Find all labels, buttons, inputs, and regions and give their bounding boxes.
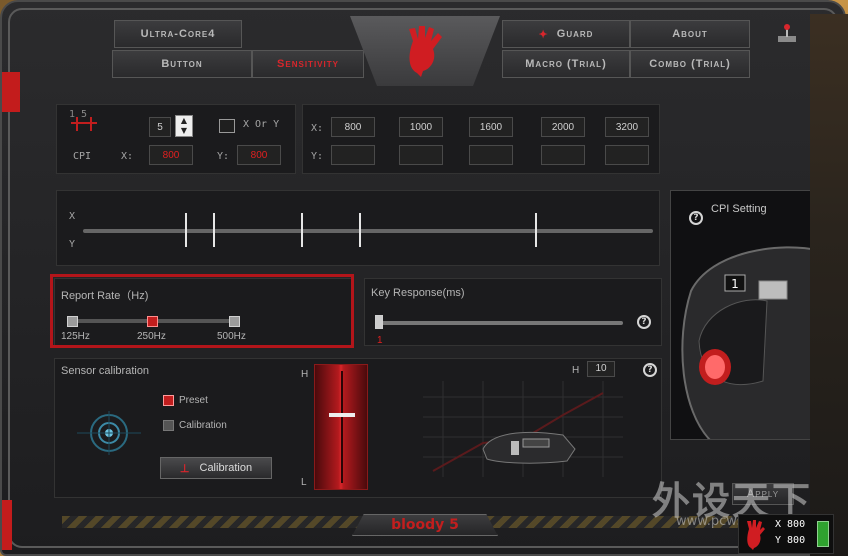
preset-x-field[interactable]: 1600 <box>469 117 513 137</box>
tab-about[interactable]: About <box>630 20 750 48</box>
tab-label: Guard <box>556 28 594 40</box>
report-rate-highlight <box>50 274 354 348</box>
preset-y-field[interactable] <box>469 145 513 165</box>
cpi-levels-value[interactable]: 5 <box>149 117 171 137</box>
surface-graph <box>423 381 623 477</box>
help-icon[interactable]: ? <box>689 211 703 225</box>
height-label: H <box>572 365 580 376</box>
key-response-panel: Key Response(ms) 1 ? <box>364 278 662 346</box>
help-icon[interactable]: ? <box>637 315 651 329</box>
cpi-axis-panel: X Y <box>56 190 660 266</box>
status-x: X 800 <box>775 519 806 530</box>
tab-label: Sensitivity <box>277 58 339 70</box>
slider-high-label: H <box>301 369 309 380</box>
calibration-button-label: Calibration <box>199 462 253 474</box>
tab-guard[interactable]: ✦ Guard <box>502 20 630 48</box>
tab-ultra-core4[interactable]: Ultra-Core4 <box>114 20 242 48</box>
cpi-level-marker[interactable] <box>535 213 537 247</box>
cpi-levels-stepper[interactable]: ▲ ▼ <box>175 115 193 137</box>
bloody-hand-icon <box>409 26 442 77</box>
preset-x-field[interactable]: 1000 <box>399 117 443 137</box>
frame-accent <box>2 72 20 112</box>
preset-x-field[interactable]: 3200 <box>605 117 649 137</box>
preset-radio[interactable] <box>163 395 174 406</box>
xory-checkbox[interactable] <box>219 119 235 133</box>
key-response-value: 1 <box>377 335 383 346</box>
footer-brand-plate: bloody 5 <box>352 514 498 536</box>
cpi-axis-track[interactable] <box>83 229 653 233</box>
calibration-button[interactable]: ⊥ Calibration <box>160 457 272 479</box>
calibration-radio[interactable] <box>163 420 174 431</box>
lift-off-track <box>341 371 343 483</box>
sensor-target-icon <box>77 411 141 455</box>
cpi-y-field[interactable]: 800 <box>237 145 281 165</box>
xory-label: X Or Y <box>243 119 280 130</box>
lift-off-knob[interactable] <box>329 413 355 417</box>
preset-x-label: X: <box>311 123 324 134</box>
key-response-track[interactable] <box>379 321 623 325</box>
preset-y-label: Y: <box>311 151 324 162</box>
preset-x-field[interactable]: 2000 <box>541 117 585 137</box>
status-widget: X 800 Y 800 <box>738 514 834 554</box>
lift-off-slider[interactable] <box>314 364 368 490</box>
joystick-icon[interactable] <box>776 22 798 44</box>
tab-label: Button <box>161 58 203 70</box>
stepper-up-icon[interactable]: ▲ <box>176 116 192 126</box>
cpi-x-label: X: <box>121 151 134 162</box>
preset-y-field[interactable] <box>541 145 585 165</box>
tab-macro[interactable]: Macro (Trial) <box>502 50 630 78</box>
sensor-title: Sensor calibration <box>61 365 150 377</box>
cpi-level-marker[interactable] <box>185 213 187 247</box>
height-field[interactable]: 10 <box>587 361 615 377</box>
cpi-level-marker[interactable] <box>301 213 303 247</box>
tab-label: Ultra-Core4 <box>140 28 216 40</box>
cpi-presets-panel: X: Y: 800 1000 1600 2000 3200 <box>302 104 660 174</box>
cpi-y-label: Y: <box>217 151 230 162</box>
cpi-setting-panel: ? CPI Setting 1 <box>670 190 820 440</box>
preset-y-field[interactable] <box>331 145 375 165</box>
preset-label: Preset <box>179 395 208 406</box>
tab-button[interactable]: Button <box>112 50 252 78</box>
calibration-icon: ⊥ <box>179 462 190 475</box>
calibration-label: Calibration <box>179 420 227 431</box>
tab-label: Macro (Trial) <box>525 58 607 70</box>
cpi-level-marker[interactable] <box>213 213 215 247</box>
stepper-down-icon[interactable]: ▼ <box>176 126 192 136</box>
cpi-x-field[interactable]: 800 <box>149 145 193 165</box>
footer-brand: bloody 5 <box>391 517 459 533</box>
cpi-setting-badge: 1 <box>731 277 739 291</box>
desktop-background <box>810 14 848 556</box>
tab-label: Combo (Trial) <box>649 58 731 70</box>
tab-sensitivity[interactable]: Sensitivity <box>252 50 364 78</box>
slider-low-label: L <box>301 477 307 488</box>
mouse-image: 1 <box>681 246 819 439</box>
status-y: Y 800 <box>775 535 806 546</box>
preset-y-field[interactable] <box>605 145 649 165</box>
preset-x-field[interactable]: 800 <box>331 117 375 137</box>
bloody-hand-icon <box>747 520 765 550</box>
guard-icon: ✦ <box>538 28 549 41</box>
cpi-label: CPI <box>73 151 92 162</box>
cpi-setting-title: CPI Setting <box>711 203 767 215</box>
cpi-levels-panel: 1 5 5 ▲ ▼ X Or Y CPI X: 800 Y: 800 <box>56 104 296 174</box>
tab-combo[interactable]: Combo (Trial) <box>630 50 750 78</box>
axis-x-label: X <box>69 211 76 222</box>
frame-accent <box>2 500 12 550</box>
key-response-knob[interactable] <box>375 315 383 329</box>
battery-icon <box>817 521 829 547</box>
axis-y-label: Y <box>69 239 76 250</box>
preset-y-field[interactable] <box>399 145 443 165</box>
brand-logo <box>350 16 500 86</box>
tab-label: About <box>672 28 708 40</box>
cpi-legend: 1 5 <box>69 109 88 120</box>
help-icon[interactable]: ? <box>643 363 657 377</box>
cpi-level-marker[interactable] <box>359 213 361 247</box>
key-response-title: Key Response(ms) <box>371 287 465 299</box>
